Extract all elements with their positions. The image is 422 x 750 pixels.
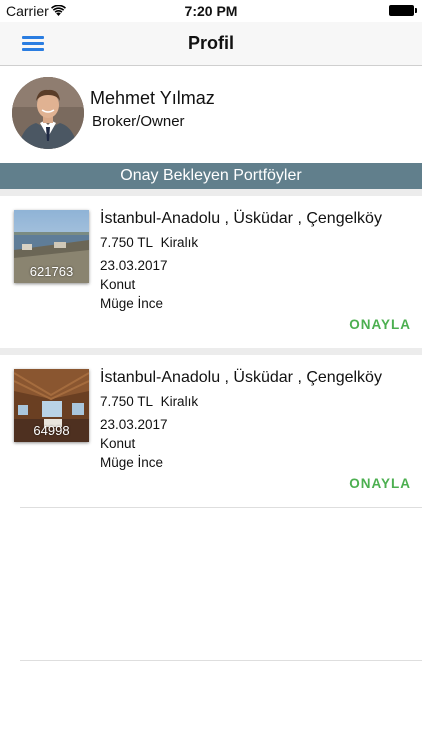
approve-button[interactable]: ONAYLA [349, 317, 411, 332]
clock: 7:20 PM [184, 3, 238, 19]
navigation-bar: Profil [0, 22, 422, 66]
portfolio-card[interactable]: 64998 İstanbul-Anadolu , Üsküdar , Çenge… [0, 355, 422, 507]
portfolio-card[interactable]: 621763 İstanbul-Anadolu , Üsküdar , Çeng… [0, 196, 422, 348]
status-bar: Carrier 7:20 PM [0, 0, 422, 22]
portfolio-id: 621763 [29, 264, 74, 279]
row-separator [20, 507, 422, 508]
section-header: Onay Bekleyen Portföyler [0, 163, 422, 189]
listing-type: Kiralık [160, 394, 199, 409]
portfolio-date: 23.03.2017 [100, 258, 168, 273]
listing-type: Kiralık [160, 235, 199, 250]
profile-header: Mehmet Yılmaz Broker/Owner [0, 67, 422, 162]
avatar [12, 77, 84, 149]
price-value: 7.750 TL [100, 235, 154, 250]
portfolio-thumbnail[interactable]: 64998 [14, 369, 89, 442]
portfolio-price: 7.750 TL Kiralık [100, 235, 198, 250]
portfolio-id: 64998 [33, 423, 70, 438]
profile-name: Mehmet Yılmaz [90, 88, 215, 108]
profile-role: Broker/Owner [92, 113, 185, 130]
portfolio-location: İstanbul-Anadolu , Üsküdar , Çengelköy [100, 210, 382, 227]
approve-button[interactable]: ONAYLA [349, 476, 411, 491]
portfolio-category: Konut [100, 277, 136, 292]
row-separator [20, 660, 422, 661]
divider [0, 348, 422, 355]
portfolio-agent: Müge İnce [100, 296, 164, 311]
page-title: Profil [187, 33, 234, 53]
portfolio-category: Konut [100, 436, 136, 451]
battery-icon [389, 5, 417, 16]
portfolio-location: İstanbul-Anadolu , Üsküdar , Çengelköy [100, 369, 382, 386]
divider [0, 189, 422, 196]
portfolio-price: 7.750 TL Kiralık [100, 394, 198, 409]
portfolio-thumbnail[interactable]: 621763 [14, 210, 89, 283]
price-value: 7.750 TL [100, 394, 154, 409]
portfolio-date: 23.03.2017 [100, 417, 168, 432]
portfolio-agent: Müge İnce [100, 455, 164, 470]
